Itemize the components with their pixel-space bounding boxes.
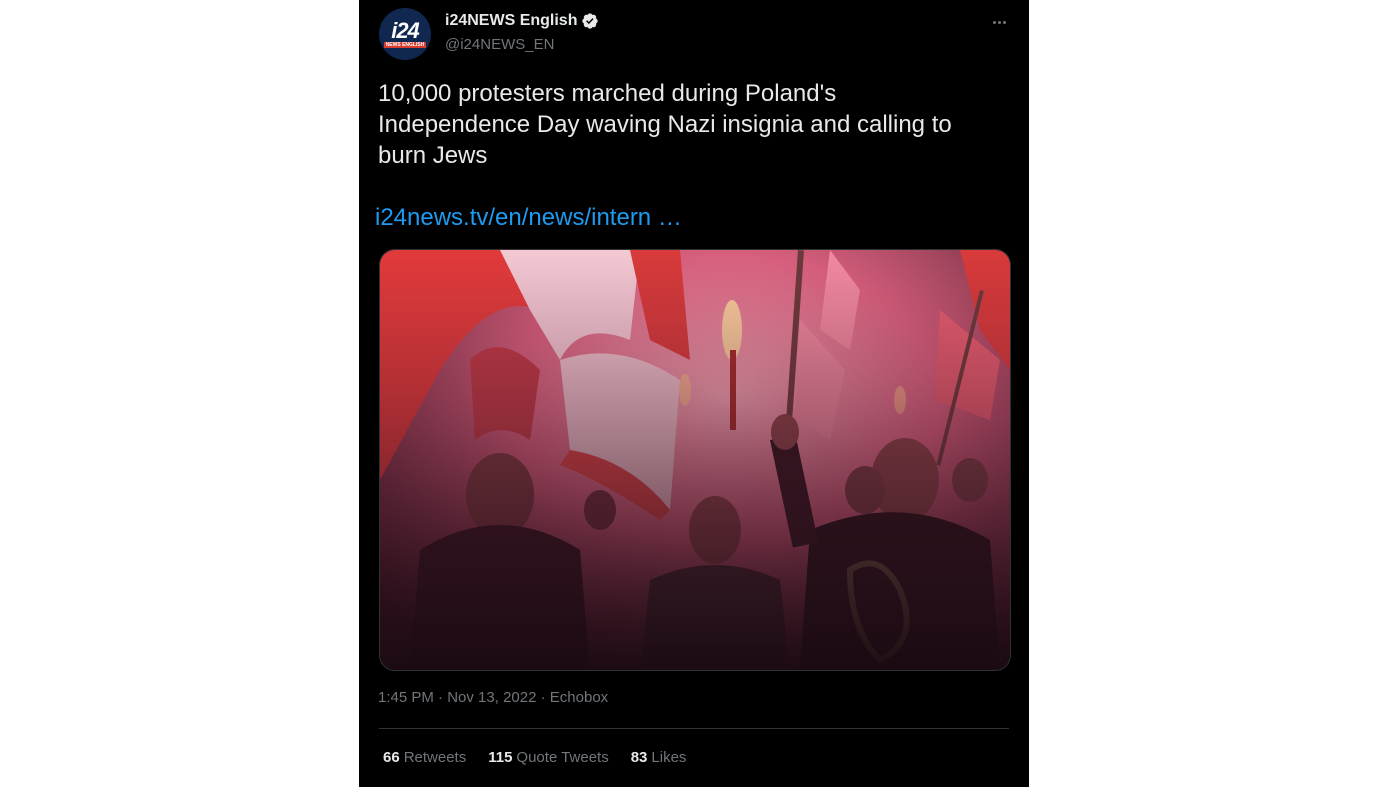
- divider: [379, 728, 1009, 729]
- retweets-stat[interactable]: 66 Retweets: [383, 749, 466, 766]
- retweets-label: Retweets: [403, 749, 467, 766]
- retweets-count: 66: [383, 749, 400, 766]
- quote-tweets-label: Quote Tweets: [516, 749, 609, 766]
- quote-tweets-stat[interactable]: 115 Quote Tweets: [488, 749, 608, 766]
- tweet-card: i24 NEWS ENGLISH i24NEWS English @i24NEW…: [359, 0, 1029, 787]
- tweet-text: 10,000 protesters marched during Poland'…: [378, 80, 952, 169]
- tweet-time[interactable]: 1:45 PM: [378, 689, 434, 706]
- meta-separator: ·: [438, 689, 444, 706]
- tweet-source[interactable]: Echobox: [550, 689, 608, 706]
- meta-separator: ·: [540, 689, 546, 706]
- likes-stat[interactable]: 83 Likes: [631, 749, 687, 766]
- more-icon[interactable]: [989, 12, 1009, 32]
- quote-tweets-count: 115: [488, 749, 513, 766]
- protest-photo-image: [380, 250, 1010, 670]
- user-name-row[interactable]: i24NEWS English: [445, 12, 599, 30]
- tweet-media-photo[interactable]: [379, 249, 1011, 671]
- handle[interactable]: @i24NEWS_EN: [445, 36, 554, 53]
- display-name[interactable]: i24NEWS English: [445, 12, 577, 30]
- avatar[interactable]: i24 NEWS ENGLISH: [379, 8, 431, 60]
- verified-icon: [582, 13, 599, 29]
- tweet-stats: 66 Retweets 115 Quote Tweets 83 Likes: [383, 749, 686, 766]
- tweet-link[interactable]: i24news.tv/en/news/intern …: [375, 204, 682, 232]
- avatar-logo-subtext: NEWS ENGLISH: [383, 41, 427, 48]
- likes-label: Likes: [651, 749, 687, 766]
- tweet-metadata: 1:45 PM · Nov 13, 2022 · Echobox: [378, 689, 608, 706]
- avatar-logo-text: i24: [391, 17, 420, 43]
- tweet-date[interactable]: Nov 13, 2022: [447, 689, 536, 706]
- likes-count: 83: [630, 749, 648, 766]
